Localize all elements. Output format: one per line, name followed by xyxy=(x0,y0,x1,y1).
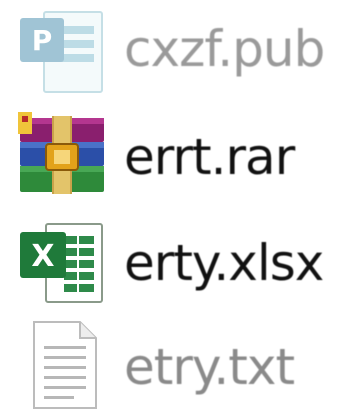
file-item-etry-txt[interactable]: etry.txt xyxy=(0,312,354,416)
svg-text:X: X xyxy=(31,239,54,274)
text-file-icon xyxy=(14,316,110,412)
file-name: errt.rar xyxy=(124,128,295,186)
file-item-errt-rar[interactable]: errt.rar xyxy=(0,104,354,208)
publisher-file-icon: P xyxy=(14,4,110,100)
rar-archive-icon xyxy=(14,108,110,204)
excel-file-icon: X xyxy=(14,214,110,310)
file-list: P cxzf.pub errt.rar X erty.xlsx etry.txt xyxy=(0,0,354,416)
file-name: erty.xlsx xyxy=(124,234,324,292)
file-item-erty-xlsx[interactable]: X erty.xlsx xyxy=(0,208,354,312)
file-item-cxzf-pub[interactable]: P cxzf.pub xyxy=(0,0,354,104)
file-name: cxzf.pub xyxy=(124,20,325,78)
svg-text:P: P xyxy=(32,24,53,57)
file-name: etry.txt xyxy=(124,338,295,396)
